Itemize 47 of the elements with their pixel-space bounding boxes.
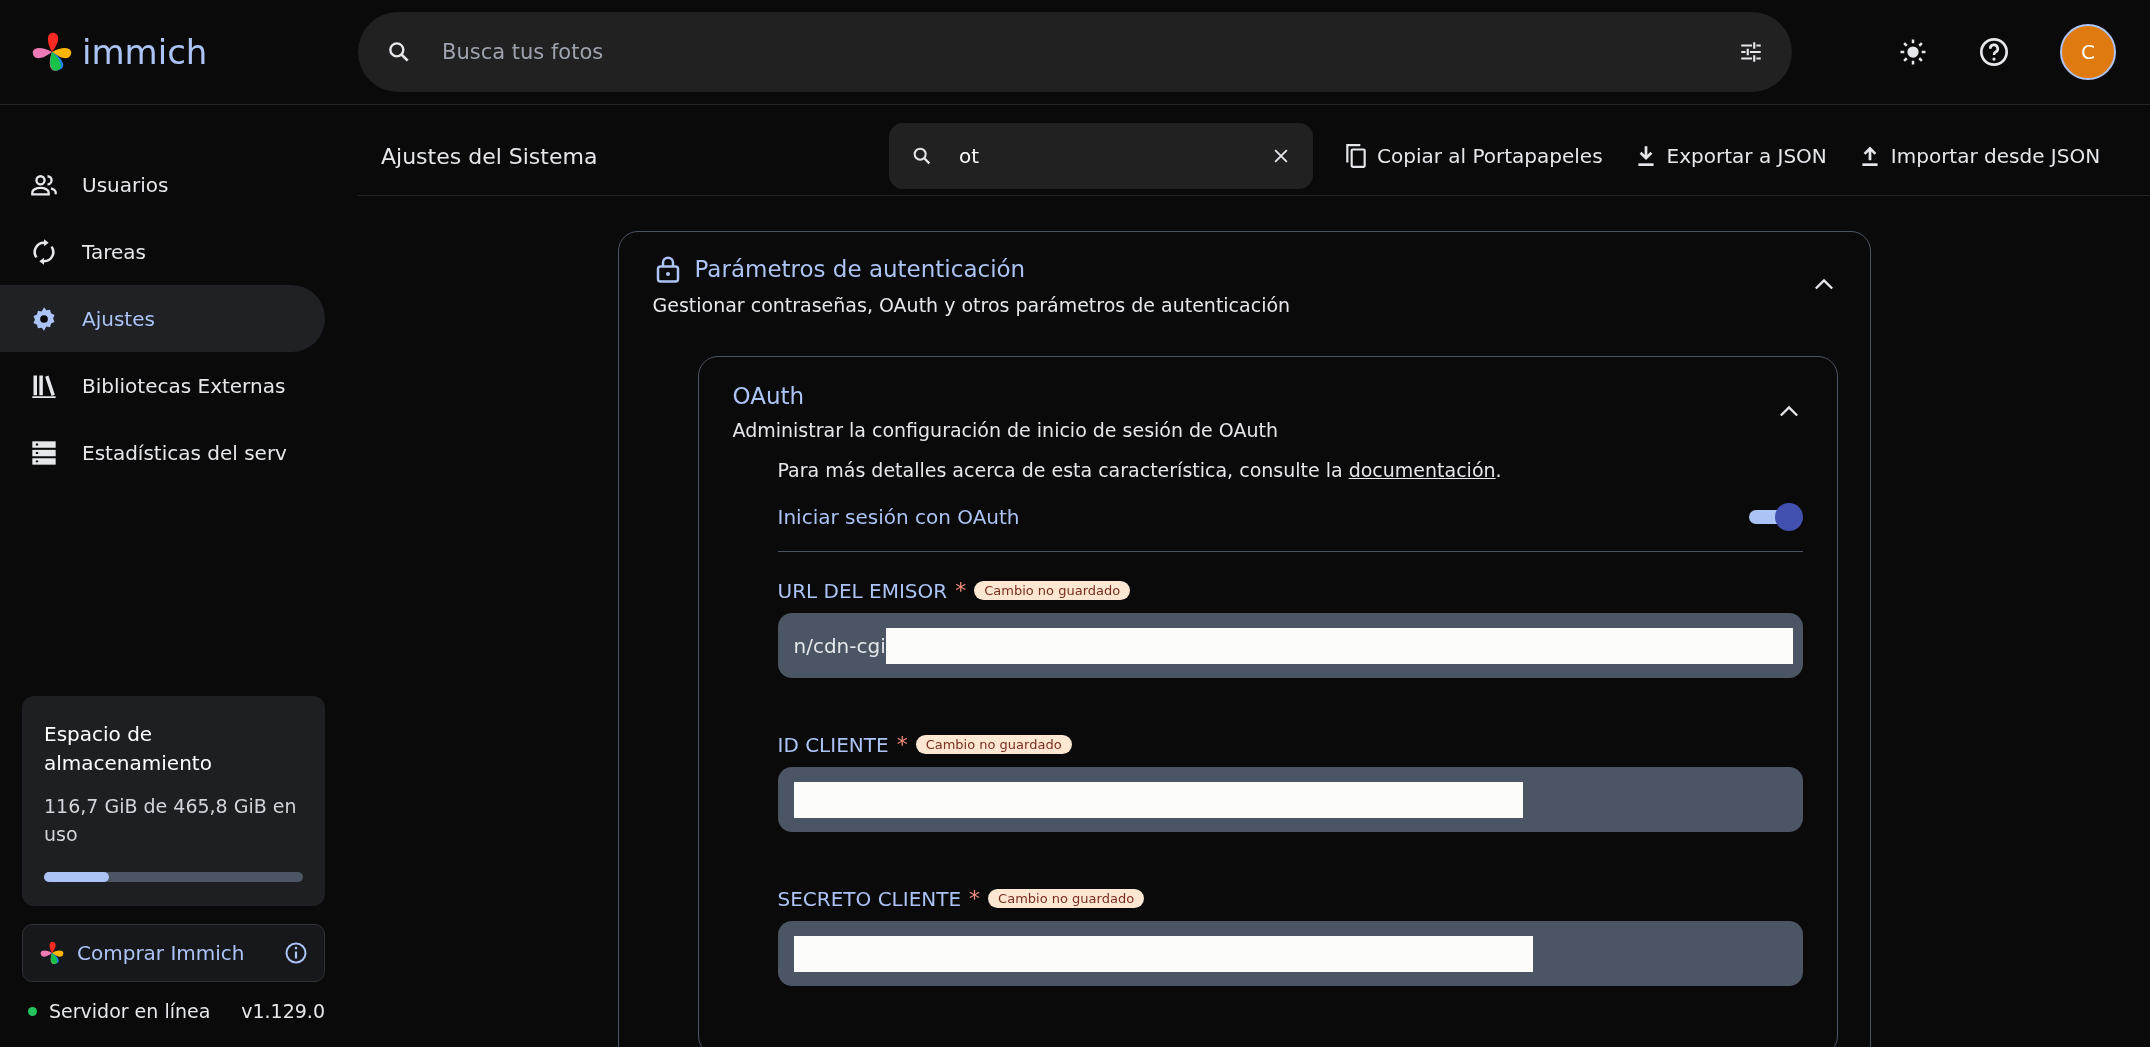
filter-sliders-icon [1738, 39, 1764, 65]
subsection-subtitle: Administrar la configuración de inicio de sesión de OAuth [732, 419, 1279, 441]
server-icon [30, 438, 58, 467]
info-icon [284, 941, 308, 965]
required-mark: * [896, 732, 908, 757]
input-field[interactable] [777, 921, 1803, 986]
sidebar-item[interactable]: Estadísticas del serv [0, 419, 325, 486]
app-logo-text: immich [82, 32, 208, 72]
toggle-switch[interactable] [1748, 503, 1803, 531]
sidebar-item[interactable]: Ajustes [0, 285, 325, 352]
search-icon [911, 145, 933, 167]
storage-title: Espacio de almacenamiento [44, 721, 213, 777]
action-button[interactable]: Copiar al Portapapeles [1343, 143, 1603, 169]
version-label: v1.129.0 [241, 1000, 325, 1022]
pinwheel-logo-icon [30, 30, 74, 74]
storage-usage: 116,7 GiB de 465,8 GiB en uso [44, 794, 298, 847]
copy-icon [1343, 143, 1369, 169]
unsaved-badge: Cambio no guardado [974, 581, 1131, 600]
purchase-button[interactable]: Comprar Immich [22, 924, 325, 982]
required-mark: * [969, 886, 981, 911]
toggle-label: Iniciar sesión con OAuth [777, 505, 1020, 529]
search-bar[interactable]: Busca tus fotos [358, 12, 1792, 92]
field-label: SECRETO CLIENTE [777, 886, 962, 911]
help-text: Para más detalles acerca de esta característica, consulte la documentación. [777, 459, 1503, 481]
documentation-link[interactable]: documentación [1348, 459, 1496, 481]
action-button[interactable]: Exportar a JSON [1632, 143, 1827, 169]
field-label: URL DEL EMISOR [777, 578, 948, 603]
field-label: ID CLIENTE [777, 732, 889, 757]
help-icon[interactable] [1978, 36, 2010, 68]
sidebar-item[interactable]: Bibliotecas Externas [0, 352, 325, 419]
pinwheel-logo-icon [39, 940, 65, 966]
sun-icon[interactable] [1898, 37, 1928, 67]
unsaved-badge: Cambio no guardado [915, 735, 1072, 754]
section-title: Parámetros de autenticación [694, 256, 1026, 282]
input-field[interactable]: n/cdn-cgi [777, 613, 1803, 678]
settings-search-field[interactable]: ot [889, 123, 1313, 189]
server-status: Servidor en línea [49, 1000, 211, 1022]
subsection-title: OAuth [732, 383, 806, 409]
page-title: Ajustes del Sistema [381, 143, 599, 169]
sync-icon [30, 237, 58, 266]
required-mark: * [955, 578, 967, 603]
sidebar-item[interactable]: Usuarios [0, 151, 325, 218]
section-subtitle: Gestionar contraseñas, OAuth y otros parámetros de autenticación [652, 294, 1292, 316]
input-field[interactable] [777, 767, 1803, 832]
sidebar-item[interactable]: Tareas [0, 218, 325, 285]
action-button[interactable]: Importar desde JSON [1856, 143, 2101, 169]
unsaved-badge: Cambio no guardado [988, 889, 1145, 908]
